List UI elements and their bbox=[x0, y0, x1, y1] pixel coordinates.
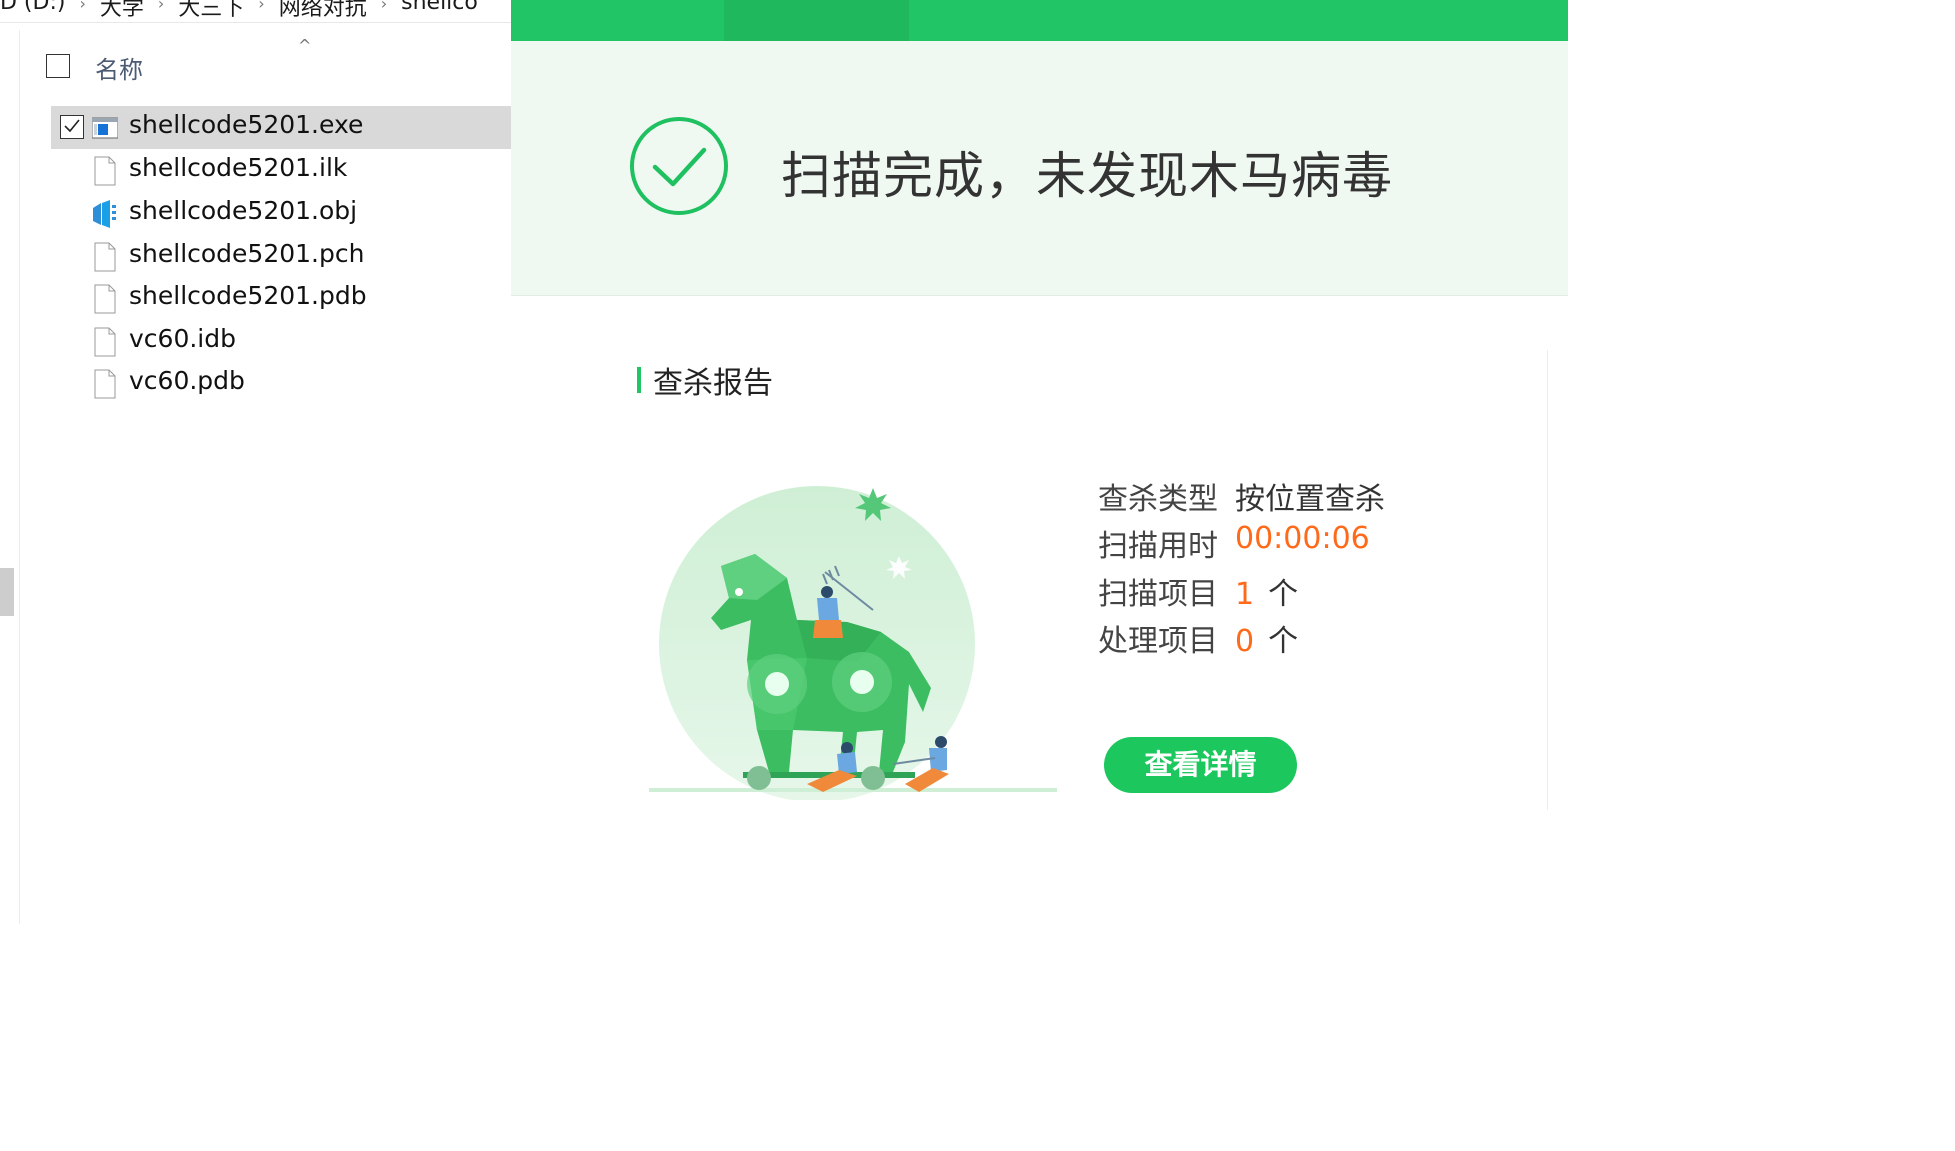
breadcrumb-item-folder[interactable]: shellco bbox=[401, 0, 478, 15]
stat-label: 扫描用时 bbox=[1098, 529, 1218, 564]
blank-file-icon bbox=[94, 156, 116, 186]
file-row[interactable]: shellcode5201.pch bbox=[51, 235, 511, 278]
blank-file-icon bbox=[94, 284, 116, 314]
stat-value: 00:00:06 bbox=[1235, 521, 1370, 556]
stat-row-scanned-items: 扫描项目 1个 bbox=[1098, 569, 1298, 612]
file-name: shellcode5201.pch bbox=[129, 239, 365, 268]
breadcrumb-item-university[interactable]: 大学 bbox=[100, 0, 144, 20]
section-accent-bar bbox=[637, 367, 641, 393]
file-row[interactable]: shellcode5201.obj bbox=[51, 192, 511, 235]
blank-file-icon bbox=[94, 242, 116, 272]
stat-value: 按位置查杀 bbox=[1235, 482, 1385, 517]
file-name: shellcode5201.pdb bbox=[129, 281, 367, 310]
file-name: vc60.idb bbox=[129, 324, 236, 353]
chevron-right-icon: › bbox=[380, 0, 388, 13]
view-details-button[interactable]: 查看详情 bbox=[1104, 737, 1297, 793]
breadcrumb: D (D:) › 大学 › 大三下 › 网络对抗 › shellco bbox=[0, 0, 511, 20]
file-row[interactable]: vc60.pdb bbox=[51, 362, 511, 405]
chevron-right-icon: › bbox=[157, 0, 165, 13]
stat-label: 查杀类型 bbox=[1098, 482, 1218, 517]
trojan-horse-illustration bbox=[649, 486, 1057, 800]
breadcrumb-item-course[interactable]: 网络对抗 bbox=[279, 0, 367, 20]
scrollbar-thumb[interactable] bbox=[0, 568, 14, 616]
title-bar bbox=[511, 0, 1568, 41]
stat-label: 处理项目 bbox=[1098, 624, 1218, 659]
divider bbox=[19, 30, 20, 924]
stat-row-handled-items: 处理项目 0个 bbox=[1098, 616, 1298, 659]
scan-result-title: 扫描完成，未发现木马病毒 bbox=[781, 147, 1393, 205]
divider bbox=[1547, 350, 1548, 810]
file-row[interactable]: shellcode5201.ilk bbox=[51, 149, 511, 192]
file-row[interactable]: shellcode5201.pdb bbox=[51, 277, 511, 320]
active-tab[interactable] bbox=[724, 0, 909, 41]
select-all-checkbox[interactable] bbox=[46, 54, 70, 78]
chevron-right-icon: › bbox=[258, 0, 265, 13]
report-section-title: 查杀报告 bbox=[653, 366, 773, 401]
stat-value: 1个 bbox=[1235, 577, 1299, 612]
chevron-right-icon: › bbox=[79, 0, 86, 13]
stat-unit: 个 bbox=[1268, 577, 1299, 612]
row-checkbox-checked[interactable] bbox=[60, 115, 84, 139]
stat-value: 0个 bbox=[1235, 624, 1299, 659]
file-name: shellcode5201.obj bbox=[129, 196, 358, 225]
success-check-circle-icon bbox=[630, 117, 728, 215]
file-name: shellcode5201.exe bbox=[129, 110, 364, 139]
file-explorer-pane: D (D:) › 大学 › 大三下 › 网络对抗 › shellco ^ 名称 shellcod… bbox=[0, 0, 511, 924]
file-row[interactable]: vc60.idb bbox=[51, 320, 511, 363]
stat-row-scan-duration: 扫描用时 00:00:06 bbox=[1098, 521, 1370, 564]
stat-unit: 个 bbox=[1268, 624, 1299, 659]
file-name: vc60.pdb bbox=[129, 366, 245, 395]
stat-row-scan-type: 查杀类型 按位置查杀 bbox=[1098, 474, 1385, 517]
file-name: shellcode5201.ilk bbox=[129, 153, 348, 182]
blank-file-icon bbox=[94, 369, 116, 399]
breadcrumb-item-drive[interactable]: D (D:) bbox=[0, 0, 65, 15]
antivirus-scan-result-window: 扫描完成，未发现木马病毒 查杀报告 查杀类型 按位置查杀 扫描用时 00:00:… bbox=[511, 0, 1568, 924]
sort-ascending-icon[interactable]: ^ bbox=[298, 36, 311, 55]
divider bbox=[0, 22, 511, 23]
exe-file-icon bbox=[92, 117, 118, 139]
breadcrumb-item-semester[interactable]: 大三下 bbox=[178, 0, 244, 20]
stat-label: 扫描项目 bbox=[1098, 577, 1218, 612]
visual-studio-obj-icon bbox=[93, 200, 116, 228]
file-row-selected[interactable]: shellcode5201.exe bbox=[51, 106, 511, 149]
blank-file-icon bbox=[94, 327, 116, 357]
column-header-name[interactable]: 名称 bbox=[95, 50, 143, 85]
